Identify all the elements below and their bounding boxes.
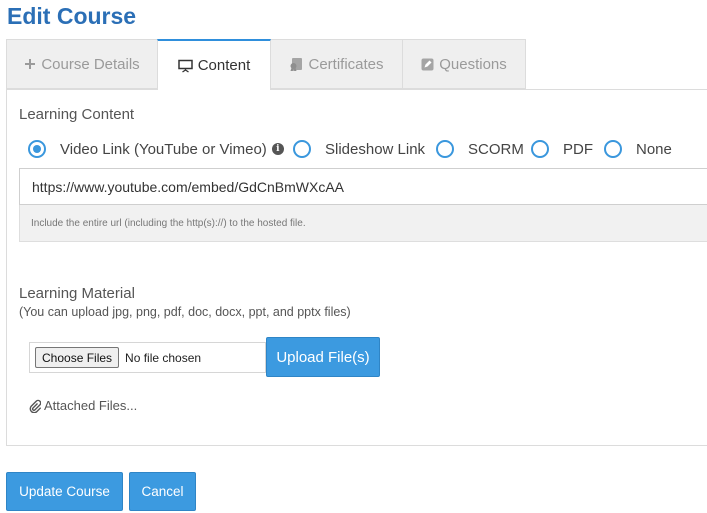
certificate-icon: [289, 57, 303, 71]
radio-label: Slideshow Link: [325, 140, 426, 158]
file-input[interactable]: Choose Files No file chosen: [29, 342, 266, 373]
url-help-text: Include the entire url (including the ht…: [19, 205, 707, 242]
learning-material-label: Learning Material: [19, 285, 135, 302]
attached-files-link[interactable]: Attached Files...: [29, 398, 137, 413]
update-course-button[interactable]: Update Course: [6, 472, 123, 511]
tab-label: Course Details: [41, 55, 140, 73]
choose-files-button[interactable]: Choose Files: [35, 347, 120, 368]
edit-icon: [421, 58, 434, 71]
cancel-button[interactable]: Cancel: [129, 472, 196, 511]
radio-button-none[interactable]: [604, 140, 622, 158]
paperclip-icon: [29, 399, 41, 413]
radio-option-none[interactable]: None: [604, 138, 672, 160]
attached-files-label: Attached Files...: [44, 398, 138, 413]
info-icon[interactable]: i: [271, 143, 284, 155]
radio-button-pdf[interactable]: [531, 140, 549, 158]
tab-label: Questions: [439, 55, 507, 73]
radio-option-slideshow-link[interactable]: Slideshow Link: [293, 138, 425, 160]
learning-content-label: Learning Content: [19, 106, 135, 123]
radio-label: Video Link (YouTube or Vimeo): [60, 140, 267, 158]
tab-content[interactable]: Content: [157, 39, 271, 90]
upload-files-button[interactable]: Upload File(s): [266, 337, 380, 377]
page-title: Edit Course: [7, 3, 137, 29]
video-url-input[interactable]: [19, 168, 707, 205]
plus-icon: [24, 58, 36, 70]
learning-material-hint: (You can upload jpg, png, pdf, doc, docx…: [19, 305, 351, 319]
radio-label: SCORM: [468, 140, 524, 158]
radio-option-scorm[interactable]: SCORM: [436, 138, 524, 160]
radio-label: None: [636, 140, 672, 158]
radio-button-video-link[interactable]: [28, 140, 46, 158]
radio-label: PDF: [563, 140, 593, 158]
tab-label: Content: [197, 57, 251, 74]
tab-questions[interactable]: Questions: [402, 39, 526, 89]
tab-certificates[interactable]: Certificates: [270, 39, 403, 89]
radio-button-scorm[interactable]: [436, 140, 454, 158]
radio-option-video-link[interactable]: Video Link (YouTube or Vimeo) i: [28, 138, 284, 160]
radio-button-slideshow-link[interactable]: [293, 140, 311, 158]
tab-label: Certificates: [308, 55, 384, 73]
radio-option-pdf[interactable]: PDF: [531, 138, 593, 160]
tab-course-details[interactable]: Course Details: [6, 39, 158, 89]
file-status-text: No file chosen: [125, 350, 202, 365]
presentation-icon: [177, 59, 193, 73]
